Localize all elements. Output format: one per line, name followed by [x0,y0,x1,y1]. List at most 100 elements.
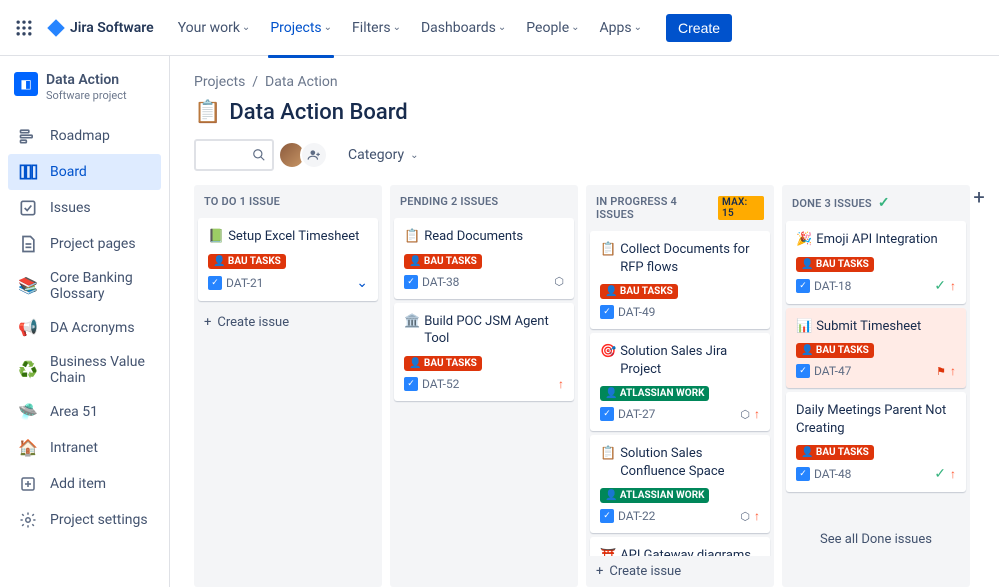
sidebar-item-area-51[interactable]: 🛸Area 51 [8,394,161,430]
create-button[interactable]: Create [666,14,732,42]
task-type-icon: ✓ [404,377,418,391]
card[interactable]: 📗Setup Excel Timesheet👤 BAU TASKS✓DAT-21… [198,218,378,301]
chevron-down-icon[interactable]: ⌄ [356,275,368,291]
card[interactable]: 🎉Emoji API Integration 👤 BAU TASKS ✓DAT-18… [786,221,966,304]
sidebar-item-label: Area 51 [50,404,98,420]
column-header: DONE 3 ISSUES✓ [782,185,970,221]
card[interactable]: 📋Read Documents👤 BAU TASKS✓DAT-38⬡ [394,218,574,299]
epic-badge[interactable]: 👤 ATLASSIAN WORK [600,488,709,503]
add-people-button[interactable] [300,141,328,169]
breadcrumb-root[interactable]: Projects [194,74,245,90]
epic-badge[interactable]: 👤 BAU TASKS [796,445,874,460]
sidebar-item-label: Project settings [50,512,148,528]
issue-key[interactable]: ✓DAT-49 [600,305,655,319]
card[interactable]: 📊Submit Timesheet👤 BAU TASKS✓DAT-47⚑↑ [786,308,966,389]
max-badge: MAX: 15 [718,196,764,220]
app-switcher-icon[interactable] [12,16,36,40]
card[interactable]: Daily Meetings Parent Not Creating 👤 BAU … [786,392,966,492]
chain-icon: ♻️ [18,360,38,380]
project-type: Software project [46,89,127,102]
sidebar-item-business-value-chain[interactable]: ♻️Business Value Chain [8,346,161,394]
chevron-down-icon: ⌄ [498,22,506,33]
nav-items: Your work⌄Projects⌄Filters⌄Dashboards⌄Pe… [170,12,650,44]
card-emoji-icon: 📋 [600,241,616,276]
card-icons: ✓↑ [934,278,956,294]
issue-key[interactable]: ✓DAT-21 [208,276,263,290]
card-title: Daily Meetings Parent Not Creating [796,402,956,437]
sidebar-item-board[interactable]: Board [8,154,161,190]
issue-key[interactable]: ✓DAT-48 [796,467,851,481]
nav-item-filters[interactable]: Filters⌄ [344,12,409,44]
board-icon: 📋 [194,100,221,125]
plus-icon: + [596,564,603,579]
epic-badge[interactable]: 👤 BAU TASKS [796,343,874,358]
card-emoji-icon: 📋 [600,445,616,480]
jira-logo[interactable]: Jira Software [46,18,154,38]
search-icon [252,148,266,162]
sidebar-item-core-banking-glossary[interactable]: 📚Core Banking Glossary [8,262,161,310]
column-body: 📋Read Documents👤 BAU TASKS✓DAT-38⬡🏛️Buil… [390,218,578,407]
sidebar-item-intranet[interactable]: 🏠Intranet [8,430,161,466]
sidebar-item-project-pages[interactable]: Project pages [8,226,161,262]
epic-badge[interactable]: 👤 ATLASSIAN WORK [600,386,709,401]
sidebar-item-add-item[interactable]: Add item [8,466,161,502]
card-footer: ✓DAT-27⬡↑ [600,407,760,421]
sidebar-item-project-settings[interactable]: Project settings [8,502,161,538]
category-dropdown[interactable]: Category ⌄ [348,147,418,163]
priority-up-icon: ↑ [950,467,956,481]
card-icons: ✓↑ [934,466,956,482]
task-type-icon: ✓ [600,305,614,319]
epic-badge[interactable]: 👤 BAU TASKS [404,254,482,269]
card-icons: ⬡↑ [740,509,760,523]
card-title: 🎉Emoji API Integration [796,231,956,249]
card[interactable]: 📋Solution Sales Confluence Space👤 ATLASS… [590,435,770,533]
card[interactable]: 📋Collect Documents for RFP flows👤 BAU TA… [590,231,770,329]
nav-item-projects[interactable]: Projects⌄ [262,12,340,44]
project-header[interactable]: ◧ Data Action Software project [8,72,161,118]
epic-badge[interactable]: 👤 BAU TASKS [208,254,286,269]
priority-up-icon: ↑ [558,377,564,391]
sidebar-item-roadmap[interactable]: Roadmap [8,118,161,154]
issue-key[interactable]: ✓DAT-52 [404,377,459,391]
issue-key[interactable]: ✓DAT-18 [796,279,851,293]
issue-key[interactable]: ✓DAT-22 [600,509,655,523]
card-emoji-icon: 🎉 [796,231,812,249]
card[interactable]: ⛩️API Gateway diagrams👤 BAU TASKS✓DAT-46 [590,537,770,556]
pages-icon [18,234,38,254]
task-type-icon: ✓ [796,279,810,293]
sidebar-item-issues[interactable]: Issues [8,190,161,226]
nav-item-dashboards[interactable]: Dashboards⌄ [413,12,514,44]
issue-key[interactable]: ✓DAT-38 [404,275,459,289]
card-emoji-icon: 🏛️ [404,313,420,348]
nav-item-apps[interactable]: Apps⌄ [592,12,650,44]
issue-key[interactable]: ✓DAT-47 [796,364,851,378]
top-navigation: Jira Software Your work⌄Projects⌄Filters… [0,0,999,56]
sidebar-item-label: Board [50,164,87,180]
search-input[interactable] [194,139,274,171]
add-column-button[interactable]: + [963,185,995,213]
sidebar-item-da-acronyms[interactable]: 📢DA Acronyms [8,310,161,346]
create-issue-button[interactable]: +Create issue [586,556,774,587]
kanban-board: + TO DO 1 ISSUE📗Setup Excel Timesheet👤 B… [194,185,999,587]
sidebar-item-label: Issues [50,200,91,216]
card-icons: ⌄ [356,275,368,291]
card[interactable]: 🎯Solution Sales Jira Project 👤 ATLASSIAN … [590,333,770,431]
subtask-icon: ⬡ [740,510,750,523]
epic-badge[interactable]: 👤 BAU TASKS [600,284,678,299]
card[interactable]: 🏛️Build POC JSM Agent Tool👤 BAU TASKS✓DA… [394,303,574,401]
chevron-down-icon: ⌄ [410,150,418,161]
gear-icon [18,510,38,530]
issue-key[interactable]: ✓DAT-27 [600,407,655,421]
epic-badge[interactable]: 👤 BAU TASKS [796,257,874,272]
card-emoji-icon: 📋 [404,228,420,246]
see-all-done[interactable]: See all Done issues [786,496,966,583]
column-header: IN PROGRESS 4 ISSUESMAX: 15 [586,185,774,231]
card-title: 🎯Solution Sales Jira Project [600,343,760,378]
nav-item-people[interactable]: People⌄ [518,12,587,44]
column: PENDING 2 ISSUES📋Read Documents👤 BAU TAS… [390,185,578,587]
breadcrumb-leaf[interactable]: Data Action [265,74,338,90]
create-issue-button[interactable]: +Create issue [194,307,382,338]
epic-badge[interactable]: 👤 BAU TASKS [404,356,482,371]
card-footer: ✓DAT-49 [600,305,760,319]
nav-item-your-work[interactable]: Your work⌄ [170,12,259,44]
